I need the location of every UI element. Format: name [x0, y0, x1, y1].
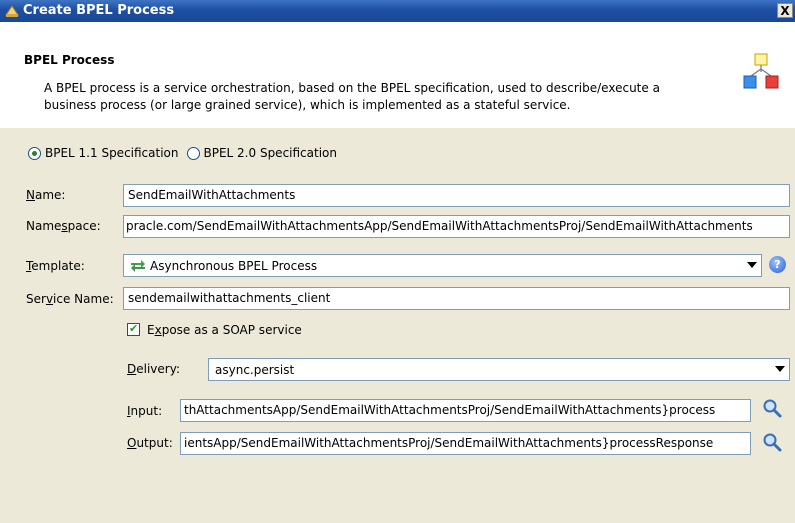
async-arrows-icon [131, 260, 145, 272]
delivery-select[interactable]: async.persist [208, 358, 790, 381]
delivery-mnemonic: D [127, 362, 137, 376]
header-description: A BPEL process is a service orchestratio… [44, 81, 660, 112]
expose-label-text: pose as a SOAP service [161, 323, 302, 337]
expose-label-pre: E [147, 323, 155, 337]
service-name-label-pre: Ser [26, 292, 46, 306]
name-label: Name: [26, 188, 65, 202]
spec-radio-group: BPEL 1.1 Specification BPEL 2.0 Specific… [28, 146, 343, 160]
title-bar[interactable]: Create BPEL Process X [0, 0, 795, 22]
name-mnemonic: N [26, 188, 35, 202]
process-diagram-icon [743, 53, 779, 89]
template-select[interactable]: Asynchronous BPEL Process [123, 254, 762, 277]
namespace-field[interactable]: pracle.com/SendEmailWithAttachmentsApp/S… [123, 215, 790, 238]
chevron-down-icon[interactable] [747, 262, 757, 268]
output-field[interactable]: ientsApp/SendEmailWithAttachmentsProj/Se… [180, 432, 751, 455]
bpel20-radio[interactable] [186, 146, 200, 160]
namespace-label: Namespace: [26, 219, 101, 233]
expose-soap-checkbox[interactable]: ✔ [127, 322, 140, 336]
service-name-label-text: ice Name: [53, 292, 114, 306]
name-label-text: ame: [34, 188, 66, 202]
namespace-label-text: pace: [67, 219, 101, 233]
service-name-field[interactable]: sendemailwithattachments_client [123, 287, 790, 310]
chevron-down-icon[interactable] [775, 366, 785, 372]
delivery-value: async.persist [215, 363, 295, 377]
output-label-text: utput: [136, 436, 173, 450]
check-icon: ✔ [129, 322, 139, 335]
output-label: Output: [127, 436, 173, 450]
bpel11-radio[interactable] [28, 146, 41, 160]
search-icon[interactable] [762, 432, 782, 452]
help-icon[interactable]: ? [769, 256, 786, 273]
header-title: BPEL Process [24, 53, 115, 67]
namespace-label-pre: Name [26, 219, 62, 233]
service-name-mnemonic: v [45, 292, 54, 306]
expose-mnemonic: x [154, 323, 162, 337]
bpel20-label[interactable]: BPEL 2.0 Specification [204, 146, 338, 160]
search-icon[interactable] [762, 398, 782, 418]
template-value: Asynchronous BPEL Process [150, 259, 318, 273]
input-label-text: nput: [130, 404, 163, 418]
template-label-text: emplate: [31, 259, 85, 273]
delivery-label-text: elivery: [136, 362, 180, 376]
input-label: Input: [127, 404, 162, 418]
service-name-label: Service Name: [26, 292, 114, 306]
template-label: Template: [26, 259, 85, 273]
create-bpel-process-dialog: Create BPEL Process X BPEL Process A BPE… [0, 0, 795, 523]
close-button[interactable]: X [777, 3, 793, 18]
name-field[interactable]: SendEmailWithAttachments [123, 184, 790, 207]
jdeveloper-app-icon [5, 5, 19, 17]
input-field[interactable]: thAttachmentsApp/SendEmailWithAttachment… [180, 399, 751, 422]
header-panel: BPEL Process A BPEL process is a service… [0, 22, 795, 129]
delivery-label: Delivery: [127, 362, 180, 376]
window-title: Create BPEL Process [23, 3, 175, 18]
bpel11-label[interactable]: BPEL 1.1 Specification [45, 146, 179, 160]
expose-soap-label[interactable]: Expose as a SOAP service [147, 323, 302, 337]
